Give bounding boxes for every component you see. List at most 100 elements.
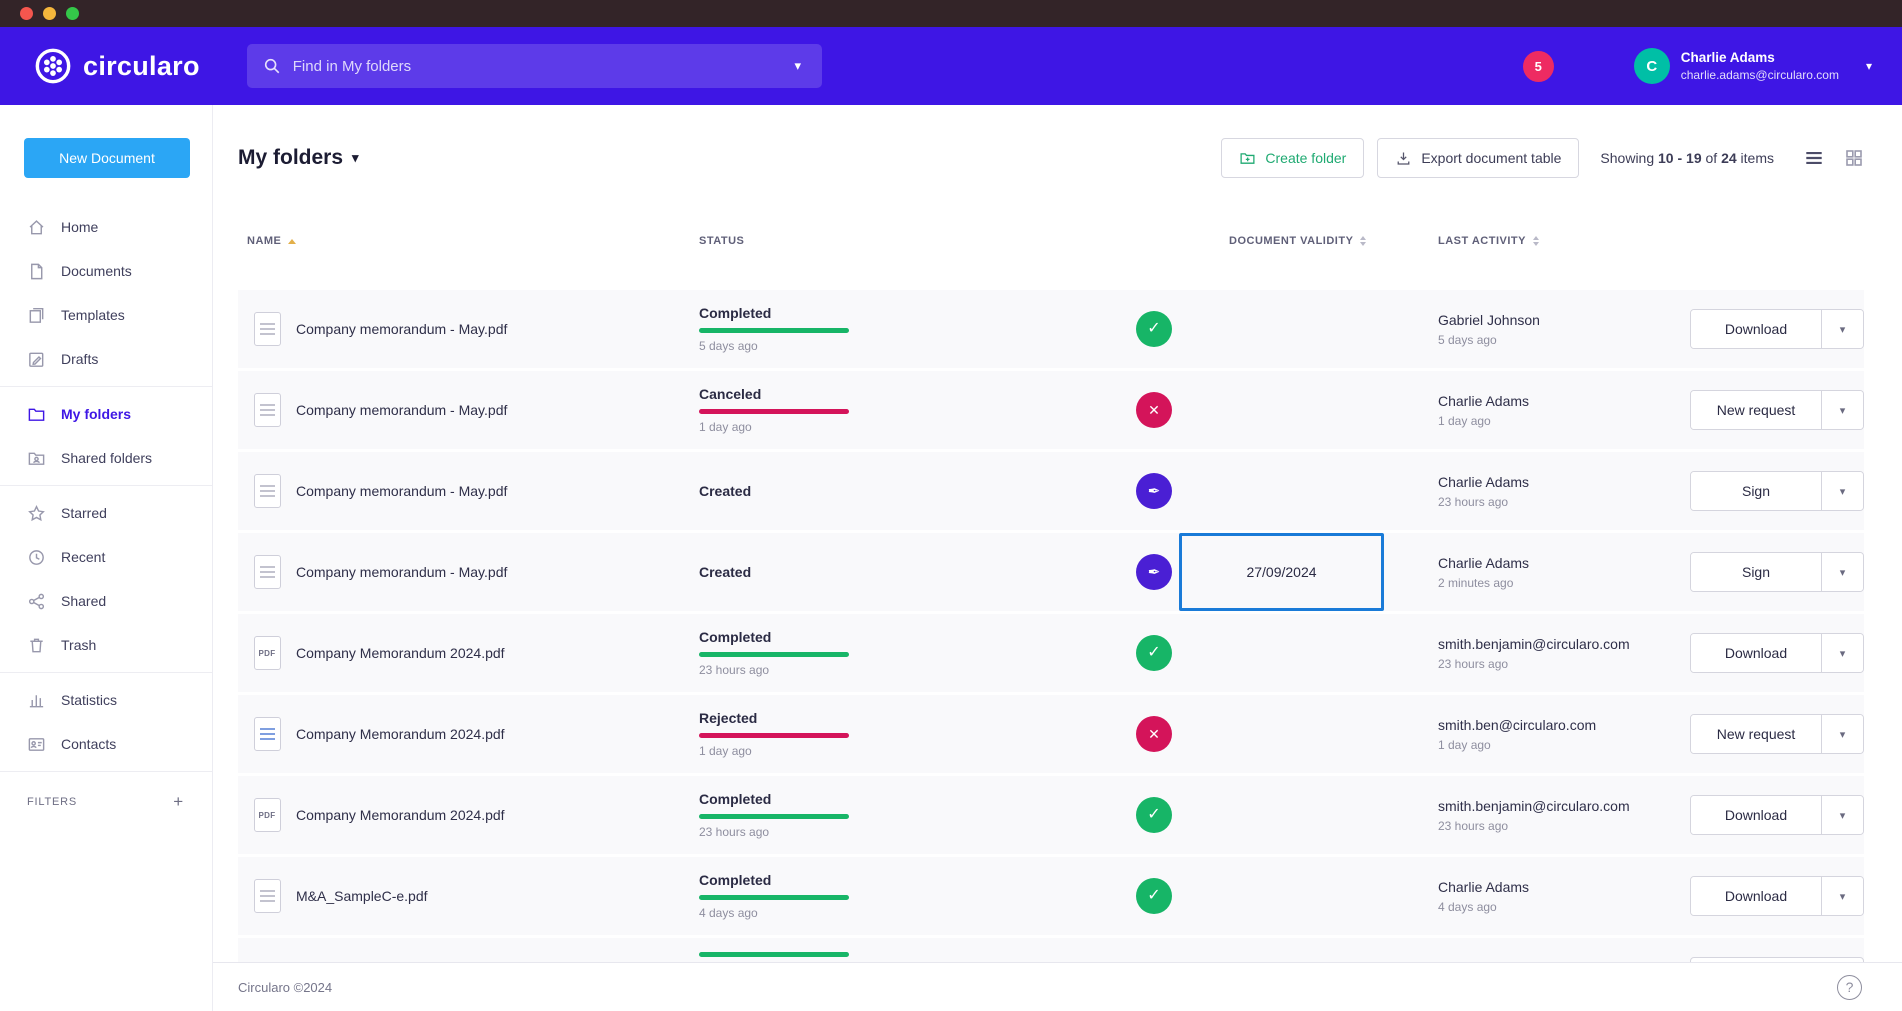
grid-view-icon bbox=[1844, 148, 1864, 168]
activity-user: smith.benjamin@circularo.com bbox=[1438, 636, 1690, 652]
column-header-last-activity[interactable]: LAST ACTIVITY bbox=[1384, 235, 1690, 247]
question-mark-icon: ? bbox=[1846, 979, 1854, 995]
table-row[interactable]: PDF Company Memorandum 2024.pdf Complete… bbox=[238, 614, 1864, 692]
sidebar-item-statistics[interactable]: Statistics bbox=[0, 678, 212, 722]
activity-time: 23 hours ago bbox=[1438, 819, 1690, 833]
chevron-down-icon: ▾ bbox=[1840, 810, 1846, 822]
status-progress-bar bbox=[699, 952, 849, 957]
table-row[interactable]: Company memorandum - May.pdf Created ✒ C… bbox=[238, 452, 1864, 530]
sidebar-item-contacts[interactable]: Contacts bbox=[0, 722, 212, 766]
new-document-button[interactable]: New Document bbox=[24, 138, 190, 178]
window-minimize-button[interactable] bbox=[43, 7, 56, 20]
search-bar[interactable]: ▾ bbox=[247, 44, 822, 88]
column-header-document-validity[interactable]: DOCUMENT VALIDITY bbox=[1179, 235, 1384, 247]
chevron-down-icon: ▾ bbox=[1840, 729, 1846, 741]
sidebar-item-starred[interactable]: Starred bbox=[0, 491, 212, 535]
toolbar: My folders ▾ Create folder Export docume… bbox=[238, 135, 1864, 181]
sidebar-item-shared[interactable]: Shared bbox=[0, 579, 212, 623]
row-action-dropdown-button[interactable]: ▾ bbox=[1821, 715, 1863, 753]
table-row[interactable]: Company memorandum - May.pdf Created ✒ 2… bbox=[238, 533, 1864, 611]
sidebar-item-drafts[interactable]: Drafts bbox=[0, 337, 212, 381]
document-name: Company memorandum - May.pdf bbox=[296, 483, 699, 499]
list-view-icon bbox=[1803, 147, 1825, 169]
export-document-table-button[interactable]: Export document table bbox=[1377, 138, 1579, 178]
row-action-button[interactable]: Download bbox=[1691, 877, 1821, 915]
table-row[interactable]: M&A_SampleC-e.pdf Completed 4 days ago ✓… bbox=[238, 857, 1864, 935]
row-action-dropdown-button[interactable]: ▾ bbox=[1821, 634, 1863, 672]
table-row[interactable]: PDF Company Memorandum 2024.pdf Complete… bbox=[238, 776, 1864, 854]
row-action-button[interactable]: Download bbox=[1691, 634, 1821, 672]
row-action-button[interactable]: New request bbox=[1691, 391, 1821, 429]
chevron-down-icon: ▾ bbox=[1840, 486, 1846, 498]
row-action-button[interactable]: Sign bbox=[1691, 553, 1821, 591]
row-action-split-button: Download ▾ bbox=[1690, 876, 1864, 916]
sidebar-separator bbox=[0, 771, 212, 772]
document-validity-value bbox=[1179, 452, 1384, 530]
create-folder-button[interactable]: Create folder bbox=[1221, 138, 1364, 178]
document-name: Company Memorandum 2024.pdf bbox=[296, 645, 699, 661]
grid-view-button[interactable] bbox=[1844, 148, 1864, 168]
row-action-dropdown-button[interactable]: ▾ bbox=[1821, 796, 1863, 834]
table-row[interactable]: Company memorandum - May.pdf Canceled 1 … bbox=[238, 371, 1864, 449]
row-action-dropdown-button[interactable]: ▾ bbox=[1821, 310, 1863, 348]
column-header-status[interactable]: STATUS bbox=[699, 235, 1129, 247]
draft-pencil-icon bbox=[27, 350, 46, 369]
status-time: 1 day ago bbox=[699, 420, 1129, 434]
sidebar-item-label: Starred bbox=[61, 505, 107, 521]
sidebar-item-home[interactable]: Home bbox=[0, 205, 212, 249]
row-action-button[interactable]: Download bbox=[1691, 310, 1821, 348]
sidebar-item-label: Documents bbox=[61, 263, 132, 279]
search-input[interactable] bbox=[293, 58, 774, 75]
sidebar-item-recent[interactable]: Recent bbox=[0, 535, 212, 579]
status-label: Completed bbox=[699, 629, 1129, 645]
chevron-down-icon: ▾ bbox=[795, 58, 802, 73]
document-validity-value bbox=[1179, 614, 1384, 692]
notification-badge[interactable]: 5 bbox=[1523, 51, 1554, 82]
sidebar-item-my-folders[interactable]: My folders bbox=[0, 392, 212, 436]
row-action-dropdown-button[interactable]: ▾ bbox=[1821, 391, 1863, 429]
table-row[interactable]: Company Memorandum 2024.pdf Rejected 1 d… bbox=[238, 695, 1864, 773]
status-progress-bar bbox=[699, 814, 849, 819]
check-icon: ✓ bbox=[1136, 635, 1172, 671]
status-time: 23 hours ago bbox=[699, 825, 1129, 839]
list-view-button[interactable] bbox=[1803, 147, 1825, 169]
contacts-icon bbox=[27, 735, 46, 754]
document-name: Company memorandum - May.pdf bbox=[296, 321, 699, 337]
search-scope-dropdown[interactable]: ▾ bbox=[774, 44, 822, 88]
row-action-button[interactable]: Sign bbox=[1691, 472, 1821, 510]
last-activity-cell: Charlie Adams 4 days ago bbox=[1384, 879, 1690, 914]
signature-icon: ✒ bbox=[1136, 554, 1172, 590]
file-icon bbox=[254, 312, 281, 346]
page-title-label: My folders bbox=[238, 146, 343, 170]
sidebar-item-templates[interactable]: Templates bbox=[0, 293, 212, 337]
sidebar-item-label: Statistics bbox=[61, 692, 117, 708]
page-title[interactable]: My folders ▾ bbox=[238, 146, 359, 170]
sidebar-separator bbox=[0, 485, 212, 486]
row-action-dropdown-button[interactable]: ▾ bbox=[1821, 472, 1863, 510]
row-action-dropdown-button[interactable]: ▾ bbox=[1821, 877, 1863, 915]
filters-label: FILTERS bbox=[27, 796, 77, 808]
row-action-button[interactable]: New request bbox=[1691, 715, 1821, 753]
window-zoom-button[interactable] bbox=[66, 7, 79, 20]
table-row[interactable]: Company memorandum - May.pdf Completed 5… bbox=[238, 290, 1864, 368]
column-header-name[interactable]: NAME bbox=[238, 235, 699, 247]
last-activity-cell: Charlie Adams 2 minutes ago bbox=[1384, 555, 1690, 590]
row-action-dropdown-button[interactable]: ▾ bbox=[1821, 553, 1863, 591]
sidebar-item-shared-folders[interactable]: Shared folders bbox=[0, 436, 212, 480]
status-cell: Completed 23 hours ago bbox=[699, 791, 1129, 839]
status-cell: Completed 23 hours ago bbox=[699, 629, 1129, 677]
sidebar-item-documents[interactable]: Documents bbox=[0, 249, 212, 293]
file-icon bbox=[254, 555, 281, 589]
row-action-button[interactable]: Download bbox=[1691, 796, 1821, 834]
footer: Circularo ©2024 ? bbox=[213, 962, 1902, 1011]
user-menu[interactable]: C Charlie Adams charlie.adams@circularo.… bbox=[1634, 48, 1872, 84]
sidebar-item-trash[interactable]: Trash bbox=[0, 623, 212, 667]
circularo-logo[interactable]: circularo bbox=[34, 47, 200, 85]
help-button[interactable]: ? bbox=[1837, 975, 1862, 1000]
window-close-button[interactable] bbox=[20, 7, 33, 20]
share-icon bbox=[27, 592, 46, 611]
row-action-split-button: Download ▾ bbox=[1690, 633, 1864, 673]
add-filter-button[interactable]: + bbox=[173, 793, 184, 810]
sidebar: New Document Home Documents Templates Dr… bbox=[0, 105, 213, 1011]
user-name: Charlie Adams bbox=[1681, 50, 1839, 65]
